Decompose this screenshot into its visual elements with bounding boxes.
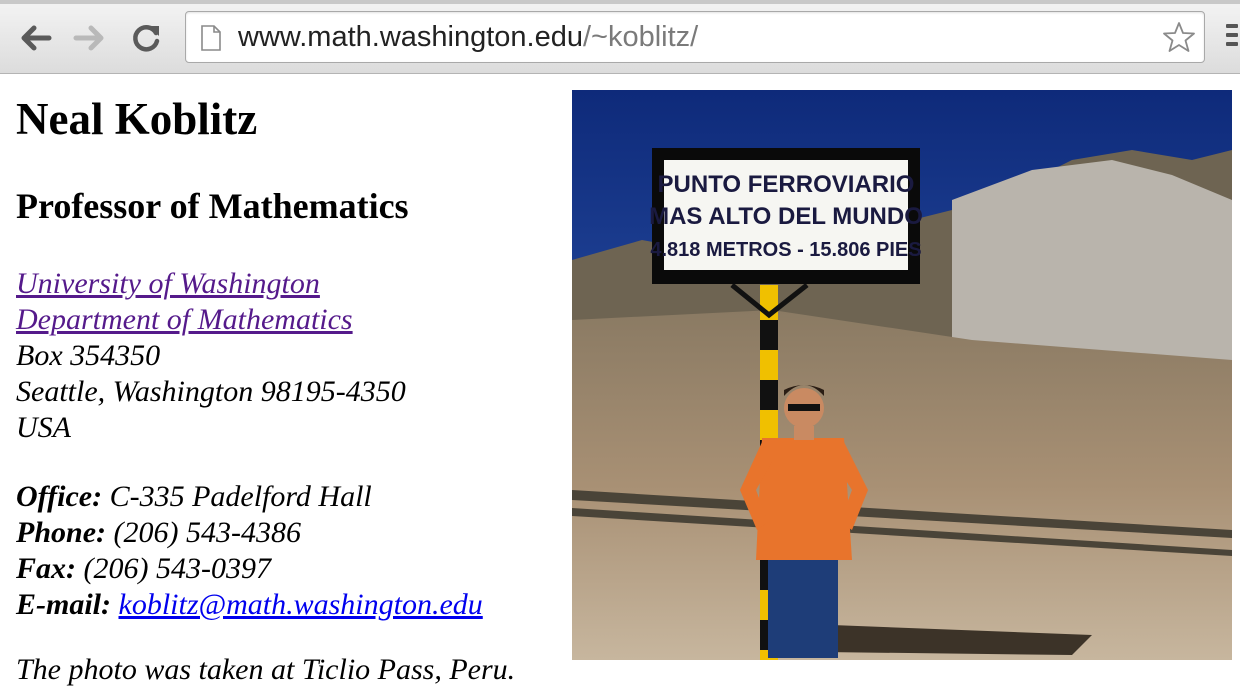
url-path: /~koblitz/	[582, 21, 699, 53]
sign-line-1: PUNTO FERROVIARIO	[658, 171, 915, 198]
back-button[interactable]	[17, 20, 53, 56]
reload-icon	[133, 25, 160, 52]
address-line-2: Seattle, Washington 98195-4350	[16, 375, 406, 408]
address-bar[interactable]: www.math.washington.edu/~koblitz/	[185, 11, 1205, 63]
url-host: www.math.washington.edu	[238, 21, 583, 53]
reload-button[interactable]	[128, 20, 164, 56]
back-arrow-icon	[21, 25, 52, 51]
photo-caption: The photo was taken at Ticlio Pass, Peru…	[16, 653, 516, 686]
page-subtitle: Professor of Mathematics	[16, 186, 409, 226]
sign-line-3: 4.818 METROS - 15.806 PIES	[650, 239, 921, 261]
office-value: C-335 Padelford Hall	[109, 480, 372, 513]
office-label: Office:	[16, 480, 103, 513]
contact-block: Office: C-335 Padelford Hall Phone: (206…	[16, 479, 483, 623]
address-line-3: USA	[16, 411, 71, 444]
star-icon[interactable]	[1162, 20, 1196, 54]
sign-line-2: MAS ALTO DEL MUNDO	[649, 203, 923, 230]
fax-label: Fax:	[16, 552, 76, 585]
university-link[interactable]: University of Washington	[16, 267, 320, 300]
profile-photo: PUNTO FERROVIARIO MAS ALTO DEL MUNDO 4.8…	[572, 90, 1232, 660]
browser-toolbar: www.math.washington.edu/~koblitz/	[0, 0, 1240, 74]
address-block: University of Washington Department of M…	[16, 266, 406, 446]
fax-value: (206) 543-0397	[83, 552, 271, 585]
email-link[interactable]: koblitz@math.washington.edu	[119, 588, 483, 621]
phone-value: (206) 543-4386	[113, 516, 301, 549]
forward-button[interactable]	[72, 20, 108, 56]
menu-button[interactable]	[1222, 24, 1240, 52]
page-icon	[201, 25, 221, 51]
forward-arrow-icon	[73, 25, 104, 51]
address-line-1: Box 354350	[16, 339, 161, 372]
menu-icon	[1222, 24, 1240, 46]
phone-label: Phone:	[16, 516, 106, 549]
page-title: Neal Koblitz	[16, 94, 258, 144]
department-link[interactable]: Department of Mathematics	[16, 303, 353, 336]
tab-strip	[0, 0, 1240, 4]
url-text[interactable]: www.math.washington.edu/~koblitz/	[238, 20, 698, 54]
page-content: Neal Koblitz Professor of Mathematics Un…	[0, 74, 1240, 698]
hillside	[572, 310, 1232, 660]
email-label: E-mail:	[16, 588, 111, 621]
